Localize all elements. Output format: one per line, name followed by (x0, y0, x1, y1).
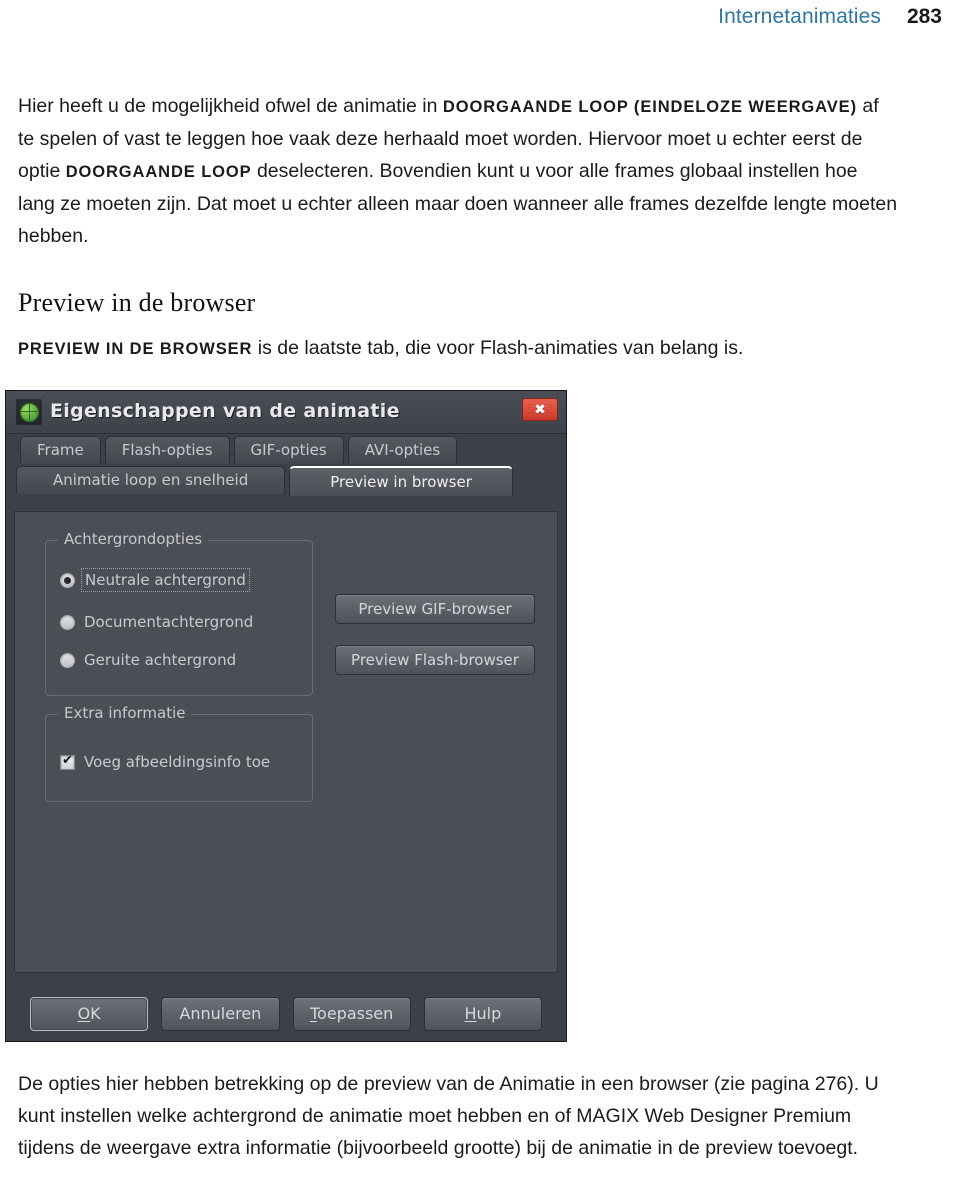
close-icon[interactable]: ✖ (522, 398, 558, 421)
radio-button-icon (60, 614, 75, 630)
tab-row-2: Animatie loop en snelheid Preview in bro… (16, 466, 513, 496)
running-head-chapter: Internetanimaties (718, 5, 881, 28)
tab-panel-preview-in-browser: Achtergrondopties Neutrale achtergrond D… (14, 511, 558, 973)
tab-frame[interactable]: Frame (20, 436, 101, 464)
page-content-bottom: De opties hier hebben betrekking op de p… (18, 1068, 908, 1164)
checkbox-voeg-afbeeldingsinfo-toe-label: Voeg afbeeldingsinfo toe (84, 753, 271, 771)
dialog-button-bar: OK Annuleren Toepassen Hulp (6, 997, 566, 1031)
preview-gif-browser-button[interactable]: Preview GIF-browser (335, 594, 535, 624)
radio-button-icon-selected (60, 572, 75, 588)
groupbox-achtergrondopties: Achtergrondopties Neutrale achtergrond D… (45, 530, 313, 696)
checkmark-icon (60, 753, 75, 770)
dialog-title: Eigenschappen van de animatie (50, 400, 400, 422)
checkbox-voeg-afbeeldingsinfo-toe[interactable]: Voeg afbeeldingsinfo toe (60, 753, 270, 771)
cancel-button[interactable]: Annuleren (161, 997, 280, 1031)
paragraph-closing: De opties hier hebben betrekking op de p… (18, 1073, 879, 1159)
tab-row-1: Frame Flash-opties GIF-opties AVI-opties (20, 436, 458, 464)
radio-documentachtergrond[interactable]: Documentachtergrond (60, 613, 253, 631)
page-number: 283 (906, 5, 942, 28)
radio-button-icon (60, 652, 75, 668)
ok-rest: K (90, 1004, 101, 1023)
radio-neutrale-achtergrond-label: Neutrale achtergrond (81, 568, 250, 592)
ok-accel: O (77, 1004, 91, 1023)
radio-geruite-achtergrond[interactable]: Geruite achtergrond (60, 651, 236, 669)
apply-rest: oepassen (317, 1004, 394, 1023)
radio-geruite-achtergrond-label: Geruite achtergrond (84, 651, 237, 669)
groupbox-extra-informatie: Extra informatie Voeg afbeeldingsinfo to… (45, 704, 313, 802)
tab-animatie-loop-en-snelheid[interactable]: Animatie loop en snelheid (16, 466, 286, 494)
help-button[interactable]: Hulp (423, 997, 542, 1031)
tab-strip: Frame Flash-opties GIF-opties AVI-opties… (6, 434, 566, 504)
paragraph-intro-text-1: Hier heeft u de mogelijkheid ofwel de an… (18, 95, 443, 117)
groupbox-extra-informatie-title: Extra informatie (58, 704, 192, 722)
preview-flash-browser-button[interactable]: Preview Flash-browser (335, 645, 535, 675)
running-head: Internetanimaties 283 (718, 0, 942, 34)
smallcaps-preview-in-de-browser: PREVIEW IN DE BROWSER (18, 340, 253, 358)
apply-accel: T (309, 1004, 318, 1023)
help-rest: ulp (476, 1004, 502, 1023)
dialog-titlebar: Eigenschappen van de animatie ✖ (6, 391, 566, 434)
smallcaps-doorgaande-loop-eindeloze-weergave: DOORGAANDE LOOP (EINDELOZE WEERGAVE) (442, 98, 857, 116)
animation-properties-dialog: Eigenschappen van de animatie ✖ Frame Fl… (5, 390, 567, 1042)
section-heading: Preview in de browser (18, 288, 256, 317)
paragraph-intro: Hier heeft u de mogelijkheid ofwel de an… (18, 90, 898, 252)
help-accel: H (464, 1004, 477, 1023)
tab-preview-in-browser[interactable]: Preview in browser (289, 466, 513, 496)
paragraph-preview: PREVIEW IN DE BROWSER is de laatste tab,… (18, 332, 898, 365)
tab-avi-opties[interactable]: AVI-opties (347, 436, 458, 464)
radio-documentachtergrond-label: Documentachtergrond (84, 613, 254, 631)
page-content: Hier heeft u de mogelijkheid ofwel de an… (18, 90, 898, 365)
ok-button[interactable]: OK (30, 997, 149, 1031)
radio-neutrale-achtergrond[interactable]: Neutrale achtergrond (60, 568, 250, 592)
paragraph-preview-rest: is de laatste tab, die voor Flash-animat… (252, 337, 744, 359)
apply-button[interactable]: Toepassen (292, 997, 411, 1031)
globe-icon (16, 399, 42, 425)
tab-flash-opties[interactable]: Flash-opties (104, 436, 230, 464)
tab-gif-opties[interactable]: GIF-opties (233, 436, 344, 464)
smallcaps-doorgaande-loop: DOORGAANDE LOOP (65, 163, 252, 181)
groupbox-achtergrondopties-title: Achtergrondopties (58, 530, 209, 548)
